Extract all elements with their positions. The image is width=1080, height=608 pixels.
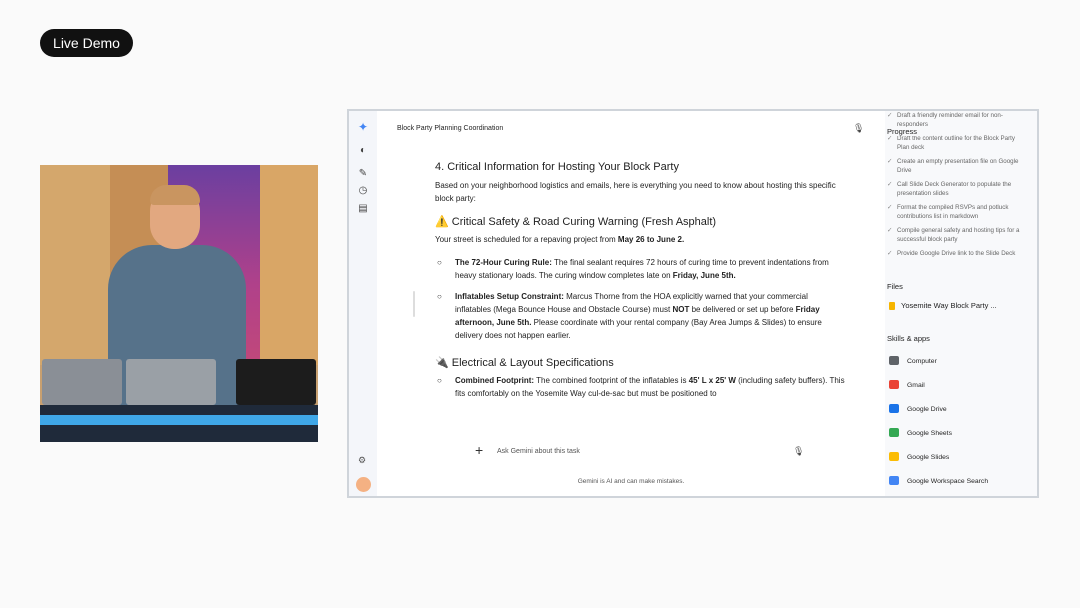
list-item: ○ Combined Footprint: The combined footp… xyxy=(437,376,845,398)
history-icon[interactable]: ◷ xyxy=(357,185,369,197)
skill-google-slides[interactable]: Google Slides xyxy=(887,451,1035,475)
skills-title: Skills & apps xyxy=(887,334,930,343)
progress-item: ✓ Compile general safety and hosting tips… xyxy=(887,227,1020,243)
progress-item: ✓ Draft the content outline for the Block… xyxy=(887,135,1015,151)
bullet-icon: ○ xyxy=(437,376,442,385)
electrical-heading: 🔌 Electrical & Layout Specifications xyxy=(435,357,614,369)
skill-computer[interactable]: Computer xyxy=(887,355,1035,379)
video-wall-panel xyxy=(40,165,110,365)
mic-icon[interactable]: 🎙 xyxy=(853,123,864,134)
progress-item: ✓ Provide Google Drive link to the Slide … xyxy=(887,250,1016,257)
warning-heading: ⚠️ Critical Safety & Road Curing Warning… xyxy=(435,216,717,228)
google-drive-icon xyxy=(889,404,899,413)
add-icon[interactable]: + xyxy=(475,442,483,458)
progress-title: Progress xyxy=(887,127,922,136)
intro-paragraph: Based on your neighborhood logistics and… xyxy=(435,181,836,203)
video-desk-stripe xyxy=(40,415,318,425)
progress-item: ✓ Call Slide Deck Generator to populate t… xyxy=(887,181,1012,197)
check-icon: ✓ xyxy=(887,227,893,234)
prompt-input[interactable]: + Ask Gemini about this task 🎙 xyxy=(463,439,823,465)
google-sheets-icon xyxy=(889,428,899,437)
library-icon[interactable]: ▤ xyxy=(357,203,369,215)
progress-item: ✓ Create an empty presentation file on Go… xyxy=(887,158,1019,174)
check-icon: ✓ xyxy=(887,158,893,165)
presenter-video xyxy=(40,165,318,442)
skill-google-workspace-search[interactable]: Google Workspace Search xyxy=(887,475,1035,496)
list-item: ○ The 72-Hour Curing Rule: The final sea… xyxy=(437,258,829,280)
gemini-app-window: ✦ ◐ ✎ ◷ ▤ ⚙ Block Party Planning Coordin… xyxy=(347,109,1039,498)
avatar[interactable] xyxy=(356,477,371,492)
section-heading: 4. Critical Information for Hosting Your… xyxy=(435,161,679,173)
laptop xyxy=(42,359,122,405)
live-demo-badge: Live Demo xyxy=(40,29,133,57)
computer-icon xyxy=(889,356,899,365)
disclaimer: Gemini is AI and can make mistakes. xyxy=(577,478,685,485)
gemini-sparkle-icon[interactable]: ✦ xyxy=(357,121,369,133)
settings-icon[interactable]: ⚙ xyxy=(358,455,366,466)
presenter-hair xyxy=(150,185,200,205)
files-title: Files xyxy=(887,282,903,291)
laptop xyxy=(236,359,316,405)
bullet-icon: ○ xyxy=(437,258,442,267)
check-icon: ✓ xyxy=(887,250,893,257)
left-rail: ✦ ◐ ✎ ◷ ▤ ⚙ xyxy=(349,111,377,496)
slides-file-icon xyxy=(889,302,895,311)
task-sidebar: ✓ Draft a friendly reminder email for non… xyxy=(885,111,1037,496)
task-title: Block Party Planning Coordination xyxy=(397,125,504,132)
list-item: ○ Inflatables Setup Constraint: Marcus T… xyxy=(437,292,822,340)
check-icon: ✓ xyxy=(887,204,893,211)
check-icon: ✓ xyxy=(887,181,893,188)
video-wall-panel xyxy=(260,165,318,365)
file-item[interactable]: Yosemite Way Block Party ... xyxy=(889,301,997,311)
skill-google-drive[interactable]: Google Drive xyxy=(887,403,1035,427)
new-chat-icon[interactable]: ✎ xyxy=(357,168,369,180)
google-slides-icon xyxy=(889,452,899,461)
gmail-icon xyxy=(889,380,899,389)
workspace-search-icon xyxy=(889,476,899,485)
mic-icon[interactable]: 🎙 xyxy=(793,446,804,457)
skill-gmail[interactable]: Gmail xyxy=(887,379,1035,403)
laptop xyxy=(126,359,216,405)
skill-google-sheets[interactable]: Google Sheets xyxy=(887,427,1035,451)
prompt-placeholder[interactable]: Ask Gemini about this task xyxy=(497,448,580,455)
progress-item: ✓ Format the compiled RSVPs and potluck c… xyxy=(887,204,1009,220)
check-icon: ✓ xyxy=(887,112,893,119)
scroll-handle[interactable] xyxy=(413,291,415,317)
warning-paragraph: Your street is scheduled for a repaving … xyxy=(435,235,685,244)
response-content: 4. Critical Information for Hosting Your… xyxy=(435,161,845,431)
bullet-icon: ○ xyxy=(437,292,442,301)
toggle-icon[interactable]: ◐ xyxy=(357,145,369,157)
skills-list: Computer Gmail Google Drive Google Sheet… xyxy=(887,355,1035,496)
chat-main: Block Party Planning Coordination 🎙 4. C… xyxy=(377,111,885,496)
